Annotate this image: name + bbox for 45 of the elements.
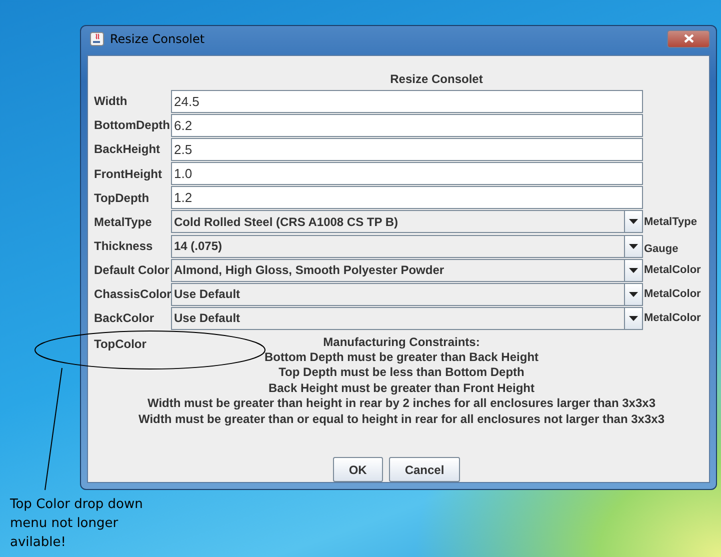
field-label: Width	[94, 94, 128, 108]
field-label: TopDepth	[94, 190, 150, 205]
unit-label: MetalColor	[643, 288, 702, 300]
constraint-text: Back Height must be greater than Front Height	[268, 380, 535, 396]
cup-icon	[90, 32, 104, 46]
field-label: TopColor	[94, 336, 148, 351]
constraints-title: Manufacturing Constraints:	[323, 334, 480, 350]
field-label: BackHeight	[94, 142, 162, 156]
close-button[interactable]	[667, 30, 710, 48]
unit-label: Gauge	[643, 243, 680, 256]
dialog-heading: Resize Consolet	[389, 72, 484, 86]
field-label: MetalType	[94, 214, 153, 229]
dropdown-field[interactable]: Use Default	[171, 282, 643, 306]
constraint-text: Top Depth must be less than Bottom Depth	[278, 365, 524, 381]
field-label: BackColor	[94, 311, 156, 326]
input-field[interactable]: 6.2	[171, 114, 643, 137]
caret-icon	[629, 244, 638, 249]
dropdown-field[interactable]: 14 (.075)	[171, 234, 643, 258]
unit-label: MetalType	[643, 216, 698, 228]
window-title: Resize Consolet	[110, 32, 205, 46]
field-label: FrontHeight	[94, 166, 163, 181]
input-field[interactable]: 1.2	[171, 186, 643, 210]
dropdown-field[interactable]: Use Default	[171, 306, 643, 330]
caret-icon	[629, 268, 638, 273]
dropdown-field[interactable]: Cold Rolled Steel (CRS A1008 CS TP B)	[171, 210, 643, 234]
cancel-button[interactable]: Cancel	[388, 457, 460, 482]
caret-icon	[629, 316, 638, 321]
field-label: BottomDepth	[94, 118, 171, 132]
field-label: Thickness	[94, 239, 154, 254]
unit-label: MetalColor	[643, 312, 702, 324]
caret-icon	[629, 292, 638, 297]
annotation-text: Top Color drop down menu not longer avilable!	[10, 496, 144, 552]
constraint-text: Width must be greater than height in rear by 2 inches for all enclosures larger than 3x3x3	[147, 396, 656, 412]
dropdown-field[interactable]: Almond, High Gloss, Smooth Polyester Powder	[171, 258, 643, 282]
field-label: ChassisColor	[94, 287, 171, 302]
constraint-text: Bottom Depth must be greater than Back Height	[264, 350, 539, 366]
caret-icon	[629, 219, 638, 224]
close-icon	[684, 34, 694, 43]
unit-label: MetalColor	[643, 264, 702, 276]
input-field[interactable]: 2.5	[171, 138, 643, 161]
input-field[interactable]: 1.0	[171, 162, 643, 186]
constraint-text: Width must be greater than or equal to height in rear for all enclosures not larger than 3x3x3	[138, 412, 664, 427]
ok-button[interactable]: OK	[332, 457, 383, 482]
input-field[interactable]: 24.5	[171, 90, 643, 113]
field-label: Default Color	[94, 263, 170, 278]
